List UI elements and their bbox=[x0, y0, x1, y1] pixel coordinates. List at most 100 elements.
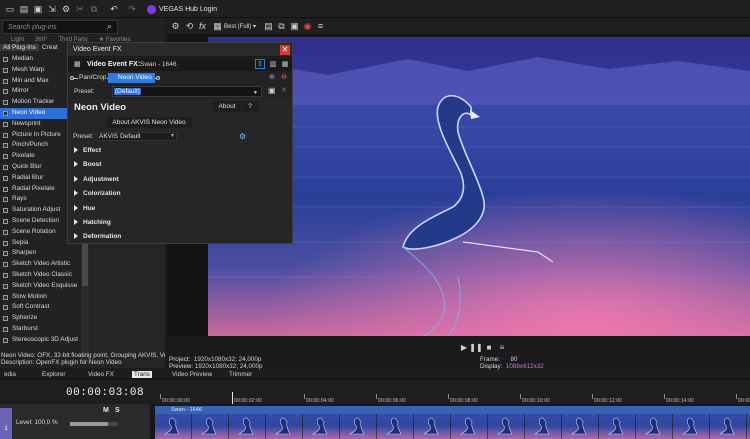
split-screen-icon[interactable]: ▦ bbox=[212, 21, 223, 32]
section-header[interactable]: Hatching bbox=[74, 219, 111, 226]
section-header[interactable]: Adjustment bbox=[74, 175, 119, 183]
transport-menu-icon[interactable]: ≡ bbox=[497, 343, 507, 353]
section-header[interactable]: Deformation bbox=[74, 233, 121, 240]
grid-icon[interactable]: ▦ bbox=[280, 59, 290, 69]
save-snapshot-icon[interactable]: ▣ bbox=[289, 21, 300, 32]
plugin-name: Neon Video bbox=[74, 102, 127, 113]
pause-icon[interactable]: ❚❚ bbox=[469, 343, 482, 353]
neon-video-chain-button[interactable]: Neon Video bbox=[108, 73, 155, 83]
delete-preset-icon[interactable]: ✕ bbox=[281, 87, 287, 94]
properties-icon[interactable]: ⚙ bbox=[60, 3, 72, 15]
menu-icon[interactable]: ≡ bbox=[315, 21, 326, 32]
vegas-hub-login[interactable]: VEGAS Hub Login bbox=[147, 2, 217, 16]
fx-icon[interactable]: fx bbox=[197, 21, 208, 32]
akvis-preset-label: Preset: bbox=[73, 133, 94, 140]
new-project-icon[interactable]: ▭ bbox=[4, 3, 16, 15]
plugin-item[interactable]: Slow Motion bbox=[0, 292, 80, 303]
fx-header: ▦ Video Event FX: Swan - 1646 ▯ ▥ ▦ bbox=[68, 58, 292, 71]
plugin-tab[interactable]: All Plug-Ins bbox=[0, 44, 39, 51]
plugin-item[interactable]: Stereoscopic 3D Adjust bbox=[0, 335, 80, 346]
track-level-slider[interactable] bbox=[70, 422, 118, 426]
plugin-item[interactable]: Soft Contrast bbox=[0, 302, 80, 313]
remove-fx-icon[interactable]: ⊖ bbox=[281, 74, 287, 81]
preset-label: Preset: bbox=[74, 88, 95, 95]
plugin-item-label: Stereoscopic 3D Adjust bbox=[12, 335, 79, 343]
open-icon[interactable]: ▤ bbox=[18, 3, 30, 15]
preset-settings-icon[interactable]: ⚙ bbox=[239, 132, 246, 141]
frame-value: 80 bbox=[510, 356, 518, 363]
dock-tab[interactable]: Trans bbox=[132, 371, 152, 378]
about-akvis-button[interactable]: About AKVIS Neon Video bbox=[106, 117, 192, 128]
search-icon[interactable]: ⌕ bbox=[107, 22, 112, 31]
solo-button[interactable]: S bbox=[115, 407, 120, 414]
dock-tab[interactable]: Video Preview bbox=[172, 371, 212, 378]
pan-crop-button[interactable]: Pan/Crop bbox=[78, 74, 108, 81]
dock-tab[interactable]: Explorer bbox=[42, 371, 65, 378]
plugin-icon bbox=[3, 89, 8, 95]
preview-quality-select[interactable]: Best (Full) ▾ bbox=[224, 21, 256, 32]
project-info: Project: 1920x1080x32; 24,000p bbox=[169, 356, 261, 363]
cut-icon[interactable]: ✂ bbox=[74, 3, 86, 15]
dock-tab[interactable]: Trimmer bbox=[229, 371, 252, 378]
close-button[interactable]: ✕ bbox=[280, 45, 290, 55]
expand-arrow-icon bbox=[74, 204, 78, 211]
plugin-item-label: Neon Video bbox=[12, 108, 46, 116]
dock-tab[interactable]: edia bbox=[4, 371, 16, 378]
plugin-item[interactable]: Starburst bbox=[0, 324, 80, 335]
chain-view-icon[interactable]: ▯ bbox=[255, 59, 265, 69]
plugin-item[interactable]: Sketch Video Classic bbox=[0, 270, 80, 281]
link-icon[interactable]: ⟲ bbox=[184, 21, 195, 32]
copy-snapshot-icon[interactable]: ⧉ bbox=[276, 21, 287, 32]
hub-login-label: VEGAS Hub Login bbox=[159, 5, 217, 13]
plugin-icon bbox=[3, 316, 8, 322]
plugin-search-input[interactable]: Search plug-ins bbox=[2, 20, 118, 34]
timeline-ruler[interactable]: 00:00:00:00 00:00:02:00 00:00:04:00 00:00:0… bbox=[150, 380, 750, 404]
plugin-item[interactable]: Spherize bbox=[0, 313, 80, 324]
plugin-item[interactable]: Sketch Video Artistic bbox=[0, 259, 80, 270]
mute-button[interactable]: M bbox=[103, 407, 109, 414]
render-icon[interactable]: ⇲ bbox=[46, 3, 58, 15]
plugin-item[interactable]: Sketch Video Esquisse bbox=[0, 281, 80, 292]
category-tab[interactable]: 360° bbox=[35, 37, 47, 43]
add-fx-icon[interactable]: ⊕ bbox=[269, 74, 275, 81]
about-button[interactable]: About bbox=[213, 101, 241, 112]
settings-icon[interactable]: ⚙ bbox=[170, 21, 181, 32]
plugin-tab[interactable]: Creat bbox=[39, 44, 61, 51]
layout-icon[interactable]: ▥ bbox=[268, 59, 278, 69]
neon-video-chain-label: Neon Video bbox=[118, 74, 152, 81]
category-tab[interactable]: Light bbox=[11, 37, 24, 43]
section-header[interactable]: Effect bbox=[74, 147, 101, 154]
timecode-display[interactable]: 00:00:03:08 bbox=[66, 387, 144, 399]
chevron-down-icon: ▼ bbox=[170, 133, 175, 139]
plugin-icon bbox=[3, 121, 8, 127]
save-icon[interactable]: ▣ bbox=[32, 3, 44, 15]
plugin-item[interactable]: Sharpen bbox=[0, 248, 80, 259]
akvis-preset-select[interactable]: AKVIS Default bbox=[97, 132, 177, 141]
section-header[interactable]: Hue bbox=[74, 204, 95, 212]
plugin-info-line: Neon Video: OFX, 32-bit floating point, … bbox=[1, 352, 165, 359]
copy-icon[interactable]: ⧉ bbox=[88, 3, 100, 15]
undo-icon[interactable]: ↶ bbox=[108, 3, 120, 15]
save-preset-icon[interactable]: ▣ bbox=[268, 87, 276, 95]
preset-select[interactable]: (Default) ▼ bbox=[112, 86, 262, 97]
playhead[interactable] bbox=[232, 392, 233, 404]
plugin-item-label: Median bbox=[12, 55, 33, 62]
stop-icon[interactable]: ■ bbox=[484, 343, 494, 353]
plugin-item-label: Pinch/Punch bbox=[12, 141, 48, 149]
plugin-item-label: Sketch Video Classic bbox=[12, 270, 72, 278]
video-clip[interactable]: Swan - 1646 bbox=[155, 406, 750, 439]
neon-video-controls: Neon Video About ? About AKVIS Neon Vide… bbox=[68, 99, 292, 243]
plugin-description-line: Description: OpenFX plugin for Neon Vide… bbox=[1, 359, 122, 367]
help-button[interactable]: ? bbox=[242, 101, 258, 112]
section-header[interactable]: Colorization bbox=[74, 190, 121, 197]
play-icon[interactable]: ▶ bbox=[459, 343, 469, 353]
record-icon[interactable]: ◉ bbox=[302, 21, 313, 32]
event-name: Swan - 1646 bbox=[140, 61, 177, 68]
plugin-icon bbox=[3, 110, 8, 116]
akvis-preset-value: AKVIS Default bbox=[99, 133, 141, 140]
section-header[interactable]: Boost bbox=[74, 161, 101, 168]
dock-tab[interactable]: Video FX bbox=[88, 371, 114, 378]
overlays-icon[interactable]: ▤ bbox=[263, 21, 274, 32]
redo-icon[interactable]: ↷ bbox=[126, 3, 138, 15]
fx-window-titlebar[interactable]: Video Event FX ✕ bbox=[68, 43, 292, 57]
